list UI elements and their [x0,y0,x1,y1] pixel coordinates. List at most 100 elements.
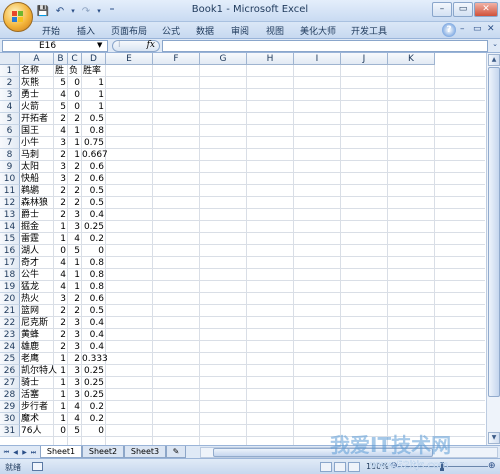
cell-b9[interactable]: 3 [54,161,68,173]
cell-d21[interactable]: 0.5 [82,305,106,317]
cell-a5[interactable]: 开拓者 [20,113,54,125]
cell-d25[interactable]: 0.333 [82,353,108,365]
cell-b7[interactable]: 3 [54,137,68,149]
cell-b8[interactable]: 2 [54,149,68,161]
row-header[interactable]: 8 [0,149,20,161]
cell-a29[interactable]: 步行者 [20,401,54,413]
zoom-level[interactable]: 100% [366,462,389,471]
cell-b26[interactable]: 1 [54,365,68,377]
cell-c12[interactable]: 2 [68,197,82,209]
tab-data[interactable]: 数据 [196,24,214,37]
cell-c26[interactable]: 3 [68,365,82,377]
column-header-h[interactable]: H [247,53,294,65]
row-header[interactable]: 27 [0,377,20,389]
cell-c2[interactable]: 0 [68,77,82,89]
cell-c3[interactable]: 0 [68,89,82,101]
row-header[interactable]: 10 [0,173,20,185]
insert-sheet-icon[interactable]: ✎ [166,446,186,458]
cell-c30[interactable]: 4 [68,413,82,425]
cell-c23[interactable]: 3 [68,329,82,341]
row-header[interactable]: 25 [0,353,20,365]
cell-a23[interactable]: 黄蜂 [20,329,54,341]
cell-c14[interactable]: 3 [68,221,82,233]
cell-d11[interactable]: 0.5 [82,185,106,197]
cell-a15[interactable]: 雷霆 [20,233,54,245]
cell-c6[interactable]: 1 [68,125,82,137]
cell-b22[interactable]: 2 [54,317,68,329]
cell-d10[interactable]: 0.6 [82,173,106,185]
name-box-dropdown-icon[interactable]: ▼ [97,40,102,50]
column-header-e[interactable]: E [106,53,153,65]
cell-d24[interactable]: 0.4 [82,341,106,353]
cell-d2[interactable]: 1 [82,77,106,89]
row-header[interactable]: 19 [0,281,20,293]
cell-b19[interactable]: 4 [54,281,68,293]
column-header-f[interactable]: F [153,53,200,65]
tab-developer[interactable]: 开发工具 [351,24,387,37]
expand-formula-bar-icon[interactable]: ⌄ [492,40,498,48]
cell-a22[interactable]: 尼克斯 [20,317,54,329]
row-header[interactable]: 16 [0,245,20,257]
cell-d12[interactable]: 0.5 [82,197,106,209]
cell-a9[interactable]: 太阳 [20,161,54,173]
row-header[interactable]: 18 [0,269,20,281]
cell-c1[interactable]: 负 [68,65,82,77]
cell-d6[interactable]: 0.8 [82,125,106,137]
cell-c24[interactable]: 3 [68,341,82,353]
cell-d22[interactable]: 0.4 [82,317,106,329]
cell-a19[interactable]: 猛龙 [20,281,54,293]
cell-b31[interactable]: 0 [54,425,68,437]
row-header[interactable]: 9 [0,161,20,173]
cell-c15[interactable]: 4 [68,233,82,245]
cell-a18[interactable]: 公牛 [20,269,54,281]
horizontal-scrollbar[interactable] [200,447,498,458]
cell-a14[interactable]: 掘金 [20,221,54,233]
cell-b4[interactable]: 5 [54,101,68,113]
cell-a8[interactable]: 马刺 [20,149,54,161]
cell-c21[interactable]: 2 [68,305,82,317]
cell-d30[interactable]: 0.2 [82,413,106,425]
cell-b18[interactable]: 4 [54,269,68,281]
page-layout-view-icon[interactable] [334,462,346,472]
column-header-k[interactable]: K [388,53,435,65]
column-header-c[interactable]: C [68,53,82,65]
cell-b27[interactable]: 1 [54,377,68,389]
row-header[interactable]: 31 [0,425,20,437]
row-header[interactable]: 15 [0,233,20,245]
row-header[interactable]: 12 [0,197,20,209]
cell-d27[interactable]: 0.25 [82,377,106,389]
row-header[interactable]: 24 [0,341,20,353]
cell-a1[interactable]: 名称 [20,65,54,77]
row-header[interactable]: 28 [0,389,20,401]
row-header[interactable]: 29 [0,401,20,413]
cell-d23[interactable]: 0.4 [82,329,106,341]
row-header[interactable]: 13 [0,209,20,221]
cell-c8[interactable]: 1 [68,149,82,161]
cell-a27[interactable]: 骑士 [20,377,54,389]
cell-c22[interactable]: 3 [68,317,82,329]
cell-b13[interactable]: 2 [54,209,68,221]
row-header[interactable]: 5 [0,113,20,125]
office-button[interactable] [3,2,33,32]
horizontal-scroll-thumb[interactable] [213,448,433,457]
zoom-in-icon[interactable]: ⊕ [488,461,496,471]
cell-b10[interactable]: 3 [54,173,68,185]
formula-input[interactable] [162,40,488,52]
cell-a4[interactable]: 火箭 [20,101,54,113]
cell-b30[interactable]: 1 [54,413,68,425]
row-header[interactable]: 2 [0,77,20,89]
sheet-tab-sheet2[interactable]: Sheet2 [82,446,124,458]
cell-c17[interactable]: 1 [68,257,82,269]
row-header[interactable]: 4 [0,101,20,113]
cell-a20[interactable]: 热火 [20,293,54,305]
cell-b24[interactable]: 2 [54,341,68,353]
column-header-i[interactable]: I [294,53,341,65]
tab-review[interactable]: 审阅 [231,24,249,37]
cell-d7[interactable]: 0.75 [82,137,106,149]
cell-d19[interactable]: 0.8 [82,281,106,293]
row-header[interactable]: 26 [0,365,20,377]
cell-d26[interactable]: 0.25 [82,365,106,377]
cell-b25[interactable]: 1 [54,353,68,365]
cell-a30[interactable]: 魔术 [20,413,54,425]
vertical-scroll-thumb[interactable] [488,67,500,397]
